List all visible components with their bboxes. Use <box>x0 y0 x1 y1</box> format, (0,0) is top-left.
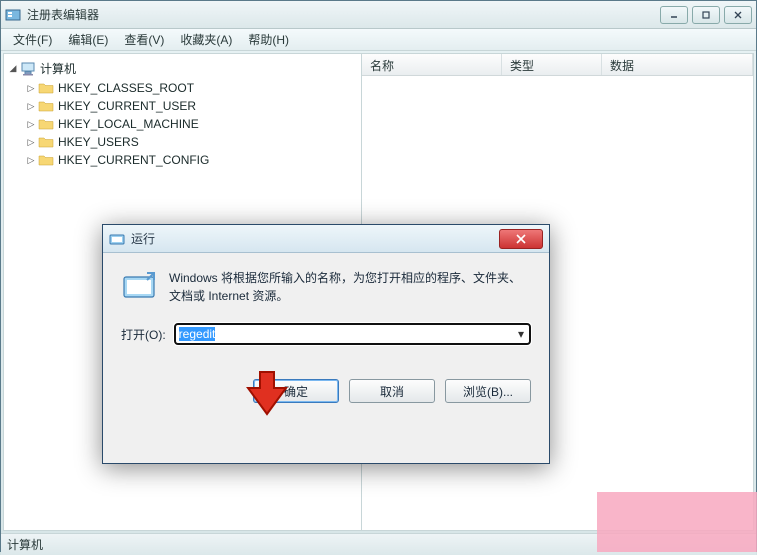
browse-button[interactable]: 浏览(B)... <box>445 379 531 403</box>
folder-icon <box>38 153 54 167</box>
ok-button[interactable]: 确定 <box>253 379 339 403</box>
app-icon <box>5 7 21 23</box>
maximize-button[interactable] <box>692 6 720 24</box>
tree-root[interactable]: ◢ 计算机 <box>4 58 361 79</box>
computer-icon <box>20 62 36 76</box>
column-name[interactable]: 名称 <box>362 54 502 75</box>
menu-favorites[interactable]: 收藏夹(A) <box>172 29 240 50</box>
expand-icon[interactable]: ▷ <box>26 119 36 129</box>
folder-icon <box>38 99 54 113</box>
dialog-description: Windows 将根据您所输入的名称，为您打开相应的程序、文件夹、文档或 Int… <box>169 269 531 305</box>
expand-icon[interactable]: ▷ <box>26 101 36 111</box>
folder-icon <box>38 117 54 131</box>
tree-item[interactable]: ▷ HKEY_CLASSES_ROOT <box>22 79 361 97</box>
column-type[interactable]: 类型 <box>502 54 602 75</box>
folder-icon <box>38 81 54 95</box>
run-large-icon <box>121 269 157 305</box>
run-icon <box>109 231 125 247</box>
open-input[interactable] <box>174 323 531 345</box>
run-dialog: 运行 Windows 将根据您所输入的名称，为您打开相应的程序、文件夹、文档或 … <box>102 224 550 464</box>
tree-item[interactable]: ▷ HKEY_USERS <box>22 133 361 151</box>
dialog-title: 运行 <box>131 230 499 247</box>
dialog-titlebar[interactable]: 运行 <box>103 225 549 253</box>
menu-view[interactable]: 查看(V) <box>116 29 172 50</box>
folder-icon <box>38 135 54 149</box>
tree-item[interactable]: ▷ HKEY_LOCAL_MACHINE <box>22 115 361 133</box>
watermark-overlay <box>597 492 757 552</box>
list-header: 名称 类型 数据 <box>362 54 753 76</box>
column-data[interactable]: 数据 <box>602 54 753 75</box>
menu-file[interactable]: 文件(F) <box>5 29 60 50</box>
expand-icon[interactable]: ▷ <box>26 137 36 147</box>
window-title: 注册表编辑器 <box>27 6 660 23</box>
tree-item-label[interactable]: HKEY_USERS <box>58 135 139 149</box>
expand-icon[interactable]: ▷ <box>26 83 36 93</box>
cancel-button[interactable]: 取消 <box>349 379 435 403</box>
close-button[interactable] <box>724 6 752 24</box>
status-text: 计算机 <box>7 536 43 553</box>
tree-item-label[interactable]: HKEY_LOCAL_MACHINE <box>58 117 199 131</box>
dialog-close-button[interactable] <box>499 229 543 249</box>
tree-root-label[interactable]: 计算机 <box>40 60 76 77</box>
tree-item[interactable]: ▷ HKEY_CURRENT_USER <box>22 97 361 115</box>
collapse-icon[interactable]: ◢ <box>8 64 18 74</box>
menu-edit[interactable]: 编辑(E) <box>60 29 116 50</box>
menu-help[interactable]: 帮助(H) <box>240 29 297 50</box>
titlebar[interactable]: 注册表编辑器 <box>1 1 756 29</box>
open-combobox[interactable]: ▾ <box>174 323 531 345</box>
menubar: 文件(F) 编辑(E) 查看(V) 收藏夹(A) 帮助(H) <box>1 29 756 51</box>
tree-item-label[interactable]: HKEY_CURRENT_USER <box>58 99 196 113</box>
tree-item-label[interactable]: HKEY_CURRENT_CONFIG <box>58 153 209 167</box>
tree-item-label[interactable]: HKEY_CLASSES_ROOT <box>58 81 194 95</box>
minimize-button[interactable] <box>660 6 688 24</box>
open-label: 打开(O): <box>121 326 166 343</box>
tree-item[interactable]: ▷ HKEY_CURRENT_CONFIG <box>22 151 361 169</box>
expand-icon[interactable]: ▷ <box>26 155 36 165</box>
dropdown-arrow-icon[interactable]: ▾ <box>513 325 529 343</box>
